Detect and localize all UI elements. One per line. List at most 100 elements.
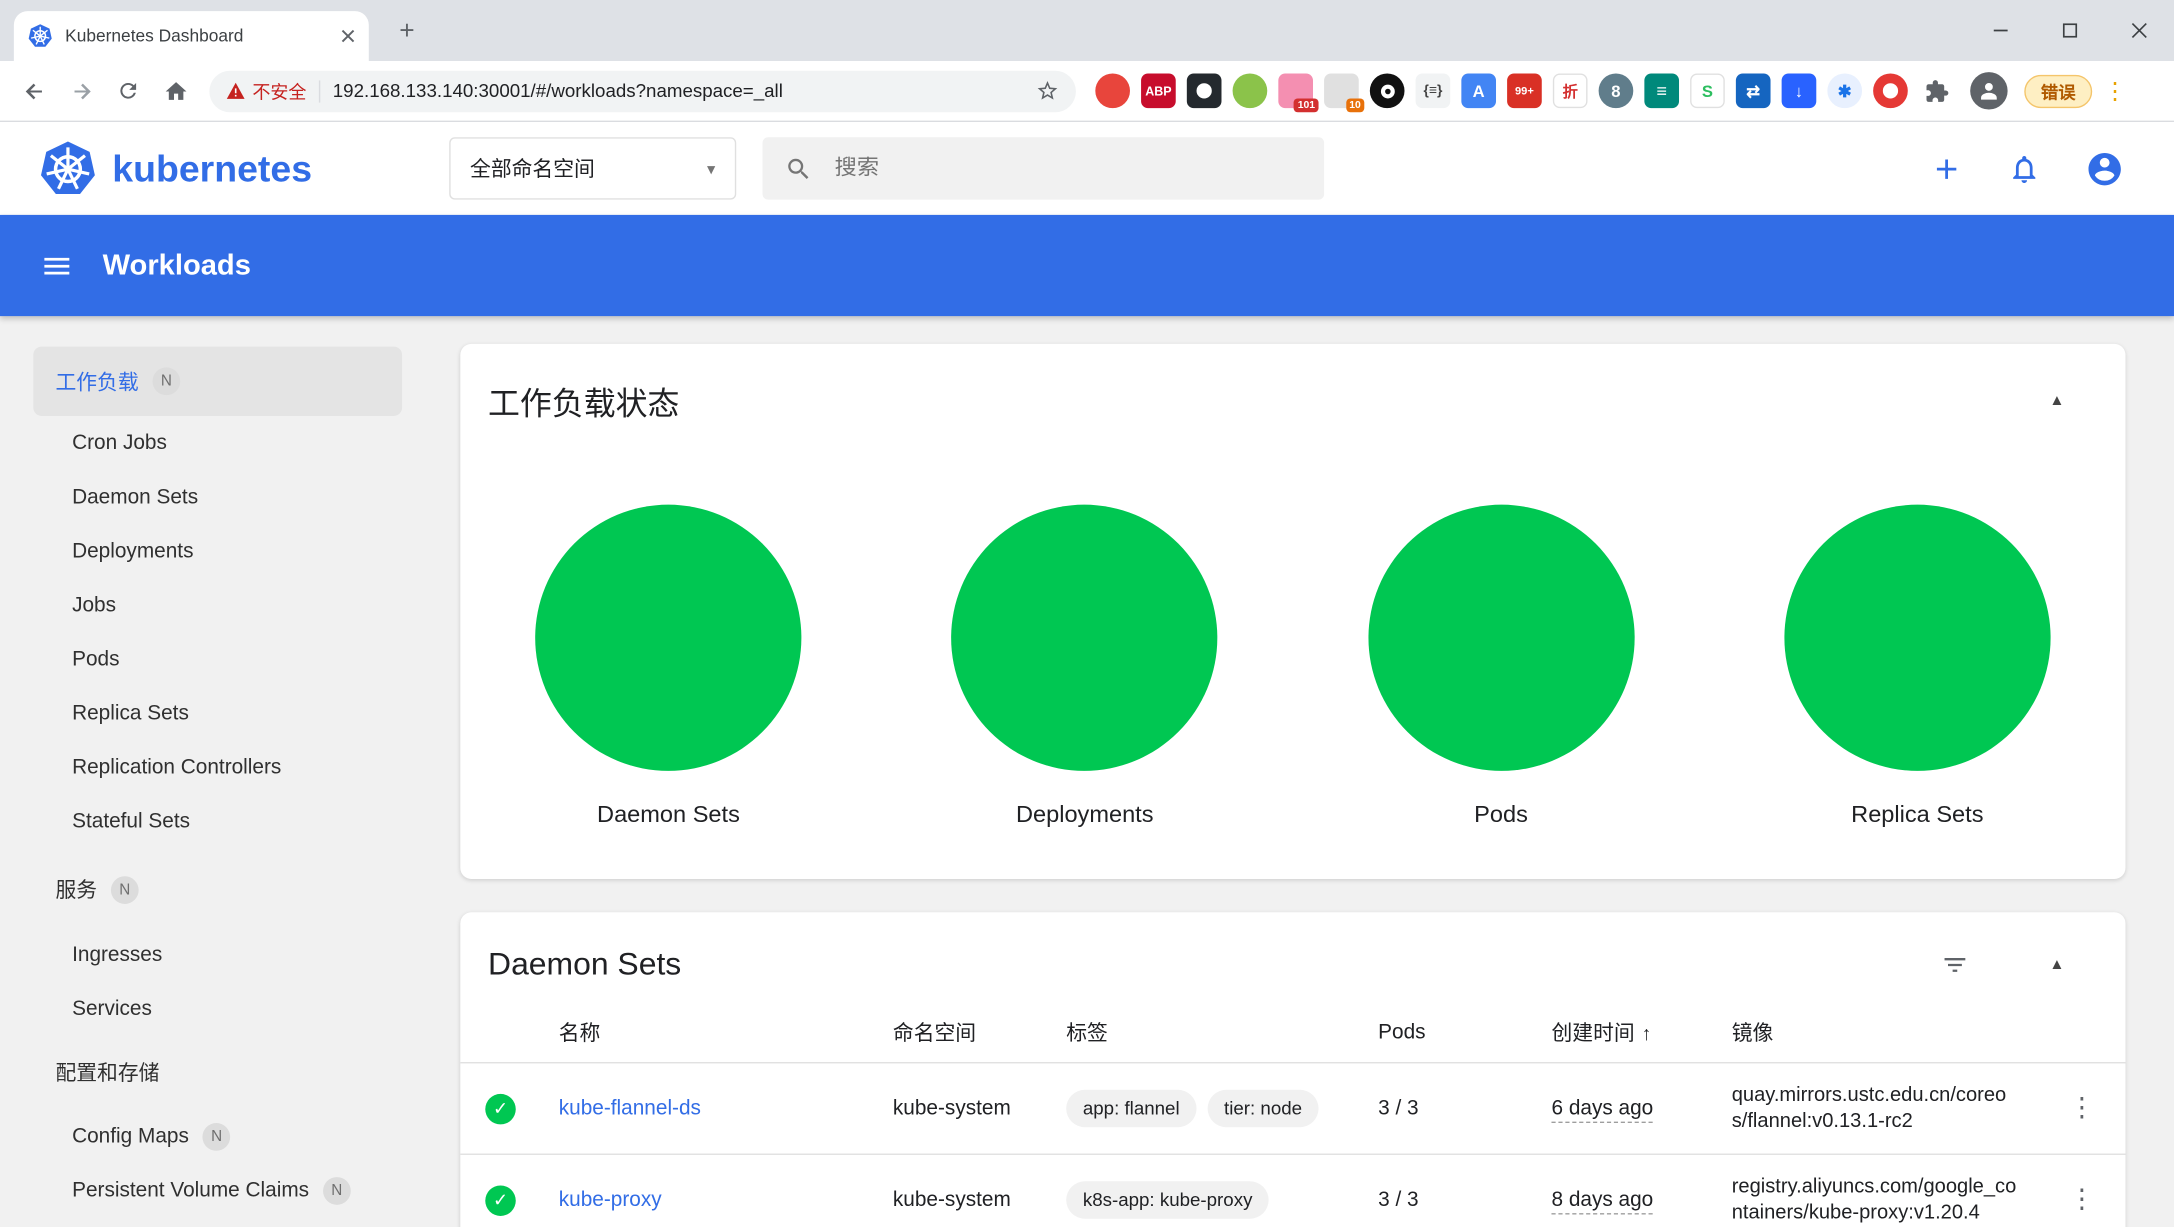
not-secure-chip[interactable]: 不安全 <box>226 78 306 104</box>
github-extension-icon[interactable] <box>1187 73 1222 108</box>
row-menu-icon[interactable]: ⋮ <box>2038 1093 2125 1125</box>
snowflake-extension-icon[interactable]: ✱ <box>1827 73 1862 108</box>
minimize-button[interactable] <box>1966 0 2035 61</box>
donut-chart-daemon-sets: Daemon Sets <box>460 505 876 829</box>
create-resource-icon[interactable] <box>1930 152 1963 185</box>
kubernetes-logo[interactable]: kubernetes <box>39 140 312 198</box>
url-text[interactable]: 192.168.133.140:30001/#/workloads?namesp… <box>333 80 1036 101</box>
sidebar-nav: 工作负载 N Cron Jobs Daemon Sets Deployments… <box>0 316 430 1227</box>
forward-icon[interactable] <box>61 71 101 111</box>
omnibox-divider <box>319 80 320 102</box>
status-cell: ✓ <box>460 1185 540 1216</box>
search-input[interactable] <box>835 156 1302 181</box>
sidebar-item-daemon-sets[interactable]: Daemon Sets <box>0 470 430 524</box>
browser-tab[interactable]: Kubernetes Dashboard <box>14 11 369 61</box>
notifications-bell-icon[interactable] <box>2008 152 2041 185</box>
back-icon[interactable] <box>14 71 54 111</box>
sidebar-item-cron-jobs[interactable]: Cron Jobs <box>0 416 430 470</box>
resource-name-link[interactable]: kube-flannel-ds <box>559 1097 701 1121</box>
browser-error-badge[interactable]: 错误 <box>2024 74 2092 107</box>
translate-extension-icon[interactable]: A <box>1461 73 1496 108</box>
row-menu-icon[interactable]: ⋮ <box>2038 1184 2125 1216</box>
close-button[interactable] <box>2105 0 2174 61</box>
browser-menu-icon[interactable]: ⋮ <box>2103 77 2127 105</box>
profile-avatar[interactable] <box>1970 72 2007 109</box>
sidebar-item-stateful-sets[interactable]: Stateful Sets <box>0 794 430 848</box>
status-ok-icon: ✓ <box>485 1185 516 1216</box>
column-images: 镜像 <box>1712 1018 2038 1047</box>
namespaced-badge: N <box>323 1176 351 1204</box>
column-created[interactable]: 创建时间↑ <box>1532 1018 1712 1047</box>
sidebar-item-replication-controllers[interactable]: Replication Controllers <box>0 740 430 794</box>
sidebar-item-label: Deployments <box>72 539 193 563</box>
namespaced-badge: N <box>203 1122 231 1150</box>
menu-hamburger-icon[interactable] <box>39 247 75 283</box>
labels-cell: app: flannel tier: node <box>1047 1090 1359 1127</box>
maximize-button[interactable] <box>2035 0 2104 61</box>
reload-icon[interactable] <box>108 71 148 111</box>
sidebar-item-deployments[interactable]: Deployments <box>0 524 430 578</box>
score-extension-icon[interactable]: 10 <box>1324 73 1359 108</box>
table-header-row: 名称 命名空间 标签 Pods 创建时间↑ 镜像 <box>460 1002 2125 1063</box>
eight-extension-icon[interactable]: 8 <box>1599 73 1634 108</box>
extension-badge: 10 <box>1346 98 1365 113</box>
page-title: Workloads <box>103 249 251 282</box>
not-secure-label: 不安全 <box>252 78 306 104</box>
extension-icon-red-circle[interactable] <box>1095 73 1130 108</box>
sidebar-item-persistent-volume-claims[interactable]: Persistent Volume Claims N <box>0 1163 430 1217</box>
status-charts-row: Daemon Sets Deployments Pods Replica Set… <box>460 505 2125 829</box>
mail-counter-extension-icon[interactable]: 99+ <box>1507 73 1542 108</box>
notes-extension-icon[interactable]: ≡ <box>1644 73 1679 108</box>
sidebar-item-label: Ingresses <box>72 943 162 967</box>
chart-label: Pods <box>1474 801 1528 829</box>
sync-extension-icon[interactable]: ⇄ <box>1736 73 1771 108</box>
label-chip: app: flannel <box>1066 1090 1196 1127</box>
created-age: 8 days ago <box>1551 1188 1653 1214</box>
search-box[interactable] <box>763 137 1325 199</box>
sidebar-item-workloads[interactable]: 工作负载 N <box>33 347 402 416</box>
counter-extension-icon[interactable]: 101 <box>1278 73 1313 108</box>
filter-icon[interactable] <box>1941 950 1969 978</box>
collapse-card-icon[interactable]: ▲ <box>2049 956 2064 973</box>
adblock-extension-icon[interactable]: ABP <box>1141 73 1176 108</box>
resource-name-link[interactable]: kube-proxy <box>559 1188 662 1212</box>
new-tab-button[interactable]: + <box>388 12 425 49</box>
sidebar-item-config-maps[interactable]: Config Maps N <box>0 1109 430 1163</box>
sidebar-item-replica-sets[interactable]: Replica Sets <box>0 686 430 740</box>
sidebar-item-ingresses[interactable]: Ingresses <box>0 928 430 982</box>
table-row-kube-flannel-ds: ✓ kube-flannel-ds kube-system app: flann… <box>460 1063 2125 1155</box>
json-extension-icon[interactable]: {≡} <box>1416 73 1451 108</box>
sidebar-item-services[interactable]: Services <box>0 982 430 1036</box>
extension-icon-green-circle[interactable] <box>1233 73 1268 108</box>
sidebar-item-pods[interactable]: Pods <box>0 632 430 686</box>
sidebar-item-jobs[interactable]: Jobs <box>0 578 430 632</box>
tab-strip: Kubernetes Dashboard + <box>0 0 2174 61</box>
bookmark-star-icon[interactable] <box>1036 79 1060 103</box>
images-cell: registry.aliyuncs.com/google_containers/… <box>1712 1174 2038 1226</box>
collapse-card-icon[interactable]: ▲ <box>2049 392 2064 409</box>
column-created-label: 创建时间 <box>1551 1022 1634 1046</box>
sidebar-item-config-storage[interactable]: 配置和存储 <box>0 1045 430 1099</box>
daemon-sets-card: Daemon Sets ▲ 名称 命名空间 标签 Pods 创建时间↑ <box>460 912 2125 1227</box>
account-circle-icon[interactable] <box>2085 149 2124 188</box>
extensions-row: ABP 101 10 {≡} A 99+ 折 8 ≡ S ⇄ ↓ ✱ <box>1095 73 1953 108</box>
url-bar[interactable]: 不安全 192.168.133.140:30001/#/workloads?na… <box>209 70 1076 112</box>
tab-close-icon[interactable] <box>341 29 355 43</box>
extensions-puzzle-icon[interactable] <box>1919 73 1954 108</box>
person-extension-icon[interactable] <box>1873 73 1908 108</box>
sidebar-item-service[interactable]: 服务 N <box>0 862 430 916</box>
s-extension-icon[interactable]: S <box>1690 73 1725 108</box>
card-title: 工作负载状态 <box>488 377 2049 424</box>
download-extension-icon[interactable]: ↓ <box>1782 73 1817 108</box>
column-pods: Pods <box>1359 1020 1532 1044</box>
window-controls <box>1966 0 2174 61</box>
card-title: Daemon Sets <box>488 946 1941 983</box>
namespace-select[interactable]: 全部命名空间 ▾ <box>449 137 736 199</box>
record-extension-icon[interactable] <box>1370 73 1405 108</box>
coupon-extension-icon[interactable]: 折 <box>1553 73 1588 108</box>
label-chip: k8s-app: kube-proxy <box>1066 1181 1269 1218</box>
column-name[interactable]: 名称 <box>541 1018 874 1047</box>
sidebar-item-label: Daemon Sets <box>72 485 198 509</box>
status-cell: ✓ <box>460 1093 540 1124</box>
home-icon[interactable] <box>155 71 195 111</box>
